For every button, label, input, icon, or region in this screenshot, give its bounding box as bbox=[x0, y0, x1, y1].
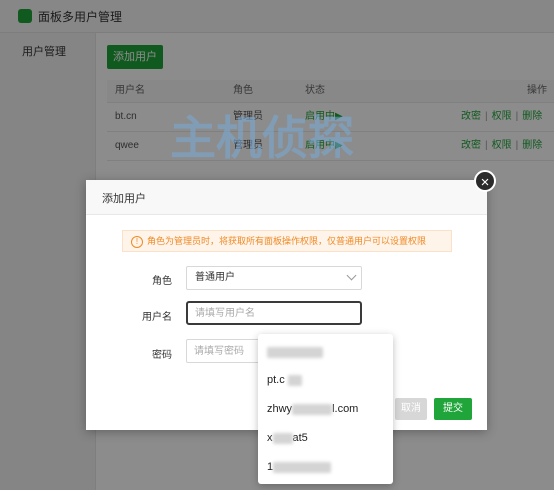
autocomplete-dropdown: pt.c zhwy l.com x at5 1 bbox=[258, 334, 393, 484]
username-label: 用户名 bbox=[142, 312, 172, 323]
submit-button[interactable]: 提交 bbox=[434, 398, 472, 420]
autocomplete-item-prefix: zhwy bbox=[267, 403, 293, 415]
role-select-value: 普通用户 bbox=[195, 272, 235, 283]
notice-text: 角色为管理员时，将获取所有面板操作权限，仅普通用户可以设置权限 bbox=[147, 236, 427, 246]
username-input[interactable] bbox=[186, 301, 362, 325]
autocomplete-item[interactable]: zhwy l.com bbox=[258, 395, 393, 423]
cancel-button[interactable]: 取消 bbox=[395, 398, 427, 420]
autocomplete-item[interactable]: x at5 bbox=[258, 424, 393, 452]
autocomplete-item[interactable] bbox=[258, 338, 393, 366]
autocomplete-item-suffix: l.com bbox=[332, 403, 359, 415]
role-notice: ! 角色为管理员时，将获取所有面板操作权限，仅普通用户可以设置权限 bbox=[122, 230, 452, 252]
dialog-header: 添加用户 bbox=[86, 180, 487, 215]
role-label: 角色 bbox=[152, 276, 172, 287]
redacted-text bbox=[273, 461, 332, 473]
info-icon: ! bbox=[131, 235, 143, 248]
autocomplete-item[interactable]: 1 bbox=[258, 453, 393, 481]
password-label: 密码 bbox=[152, 350, 172, 361]
role-select[interactable]: 普通用户 bbox=[186, 266, 362, 290]
autocomplete-item-text: pt.c bbox=[267, 374, 285, 386]
redacted-text bbox=[292, 403, 333, 415]
redacted-text bbox=[287, 374, 302, 386]
dialog-title: 添加用户 bbox=[102, 193, 146, 205]
redacted-text bbox=[267, 346, 323, 358]
close-icon[interactable]: × bbox=[474, 170, 496, 192]
chevron-down-icon bbox=[346, 270, 357, 281]
redacted-text bbox=[272, 432, 293, 444]
autocomplete-item-suffix: at5 bbox=[292, 432, 308, 444]
password-input[interactable] bbox=[186, 339, 266, 363]
autocomplete-item[interactable]: pt.c bbox=[258, 366, 393, 394]
autocomplete-item-prefix: x bbox=[267, 432, 273, 444]
